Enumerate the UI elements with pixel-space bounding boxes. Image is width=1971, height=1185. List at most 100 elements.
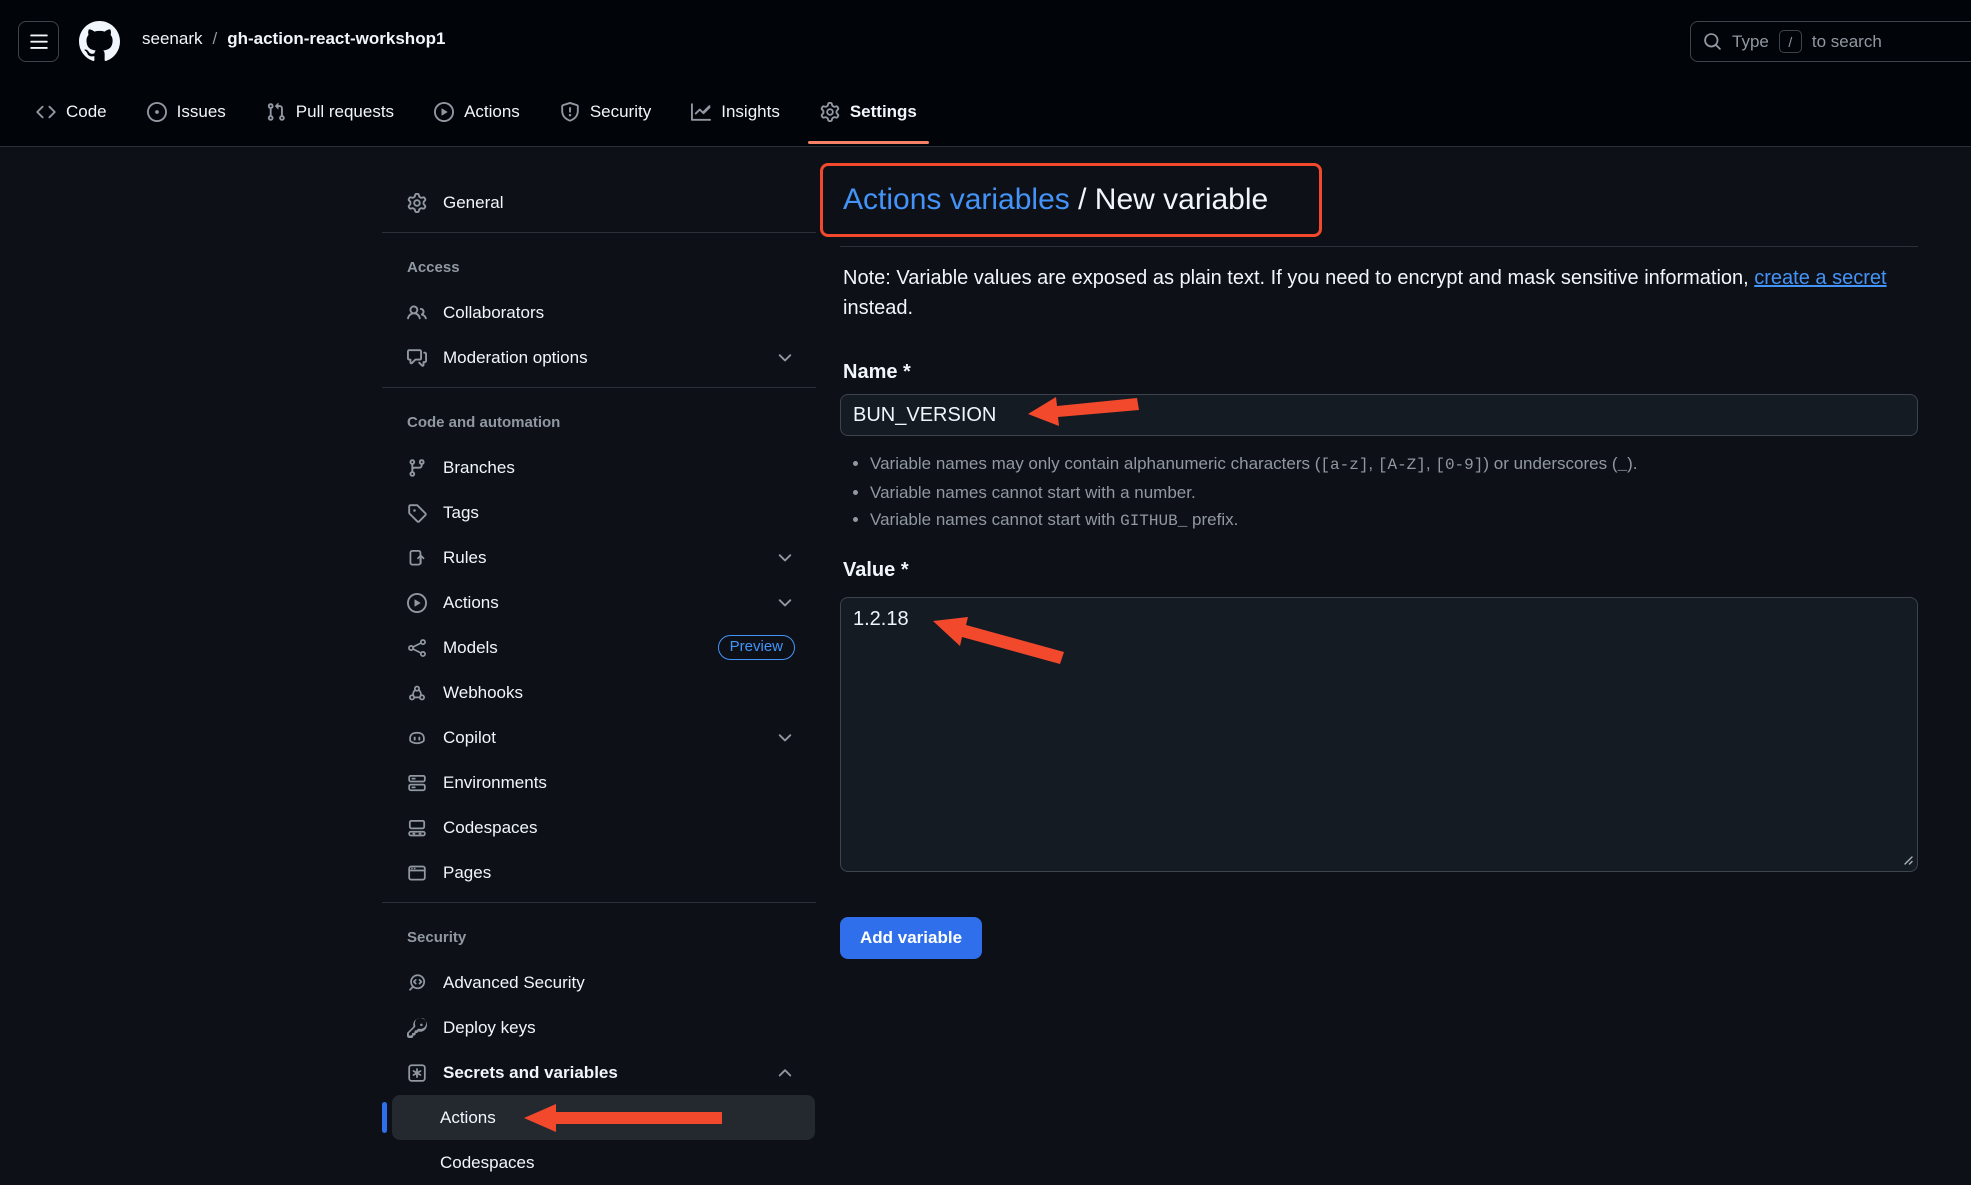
browser-icon [407, 863, 427, 883]
actions-variables-link[interactable]: Actions variables [843, 183, 1070, 216]
tag-icon [407, 503, 427, 523]
chevron-up-icon [775, 1063, 795, 1083]
textarea-resize-handle[interactable] [1900, 852, 1914, 866]
sidebar-divider [382, 902, 816, 903]
issue-opened-icon [147, 102, 167, 122]
hamburger-icon [29, 32, 49, 52]
sidebar-item-label: Environments [443, 773, 547, 793]
sidebar-item-label: Webhooks [443, 683, 523, 703]
sidebar-item-label: Collaborators [443, 303, 544, 323]
sidebar-item-tags[interactable]: Tags [380, 490, 820, 535]
breadcrumb-repo[interactable]: gh-action-react-workshop1 [227, 29, 445, 49]
variable-value-textarea[interactable]: 1.2.18 [840, 597, 1918, 872]
tab-insights[interactable]: Insights [675, 92, 796, 132]
shield-icon [560, 102, 580, 122]
main-content: Actions variables / New variable Note: V… [840, 147, 1918, 959]
sidebar-item-pages[interactable]: Pages [380, 850, 820, 895]
add-variable-button[interactable]: Add variable [840, 917, 982, 959]
sidebar-item-rules[interactable]: Rules [380, 535, 820, 580]
create-a-secret-link[interactable]: create a secret [1754, 267, 1886, 289]
git-pull-request-icon [266, 102, 286, 122]
sidebar-divider [382, 232, 816, 233]
subhead-divider [840, 246, 1918, 247]
sidebar-item-branches[interactable]: Branches [380, 445, 820, 490]
repo-nav: Code IssuesPull requests Actions Security In… [0, 78, 1971, 147]
search-icon [1703, 32, 1722, 51]
sidebar-item-moderation-options[interactable]: Moderation options [380, 335, 820, 380]
plain-text-note: Note: Variable values are exposed as pla… [843, 263, 1918, 323]
sidebar-item-label: Codespaces [440, 1153, 535, 1173]
name-rules-list: Variable names may only contain alphanum… [843, 450, 1918, 535]
search-placeholder-prefix: Type [1732, 32, 1769, 52]
sidebar-item-copilot[interactable]: Copilot [380, 715, 820, 760]
tab-actions[interactable]: Actions [418, 92, 536, 132]
sidebar-item-advanced-security[interactable]: Advanced Security [380, 960, 820, 1005]
breadcrumb-separator: / [212, 29, 217, 49]
tab-settings[interactable]: Settings [804, 92, 933, 132]
preview-badge: Preview [718, 635, 795, 660]
tab-security[interactable]: Security [544, 92, 667, 132]
chevron-down-icon [775, 593, 795, 613]
sidebar-item-actions[interactable]: Actions [380, 580, 820, 625]
sidebar-item-label: Codespaces [443, 818, 538, 838]
sidebar-item-deploy-keys[interactable]: Deploy keys [380, 1005, 820, 1050]
sidebar-item-webhooks[interactable]: Webhooks [380, 670, 820, 715]
slash-key-hint: / [1779, 30, 1802, 53]
required-asterisk: * [903, 361, 911, 383]
sidebar-item-models[interactable]: ModelsPreview [380, 625, 820, 670]
tab-label: Code [66, 102, 107, 122]
sidebar-subitem-codespaces[interactable]: Codespaces [392, 1140, 815, 1185]
gear-icon [820, 102, 840, 122]
title-current: New variable [1095, 183, 1268, 216]
sidebar-item-label: Actions [440, 1108, 496, 1128]
github-logo[interactable] [79, 21, 120, 62]
tab-pull-requests[interactable]: Pull requests [250, 92, 410, 132]
name-rule: Variable names cannot start with GITHUB_… [870, 506, 1918, 535]
sidebar-item-codespaces[interactable]: Codespaces [380, 805, 820, 850]
server-icon [407, 773, 427, 793]
app-header: seenark / gh-action-react-workshop1 Type… [0, 0, 1971, 78]
sidebar-item-label: Pages [443, 863, 491, 883]
search-box[interactable]: Type / to search [1690, 21, 1971, 62]
sidebar-item-label: Advanced Security [443, 973, 585, 993]
sidebar-item-label: Secrets and variables [443, 1063, 618, 1083]
copilot-icon [407, 728, 427, 748]
sidebar-item-general[interactable]: General [380, 180, 820, 225]
name-rule: Variable names cannot start with a numbe… [870, 479, 1918, 506]
page-title: Actions variables / New variable [843, 182, 1918, 218]
required-asterisk: * [901, 559, 909, 581]
tab-label: Settings [850, 102, 917, 122]
sidebar-item-collaborators[interactable]: Collaborators [380, 290, 820, 335]
ai-model-icon [407, 638, 427, 658]
value-field-wrap: 1.2.18 [840, 597, 1918, 872]
sidebar-item-secrets-and-variables[interactable]: Secrets and variables [380, 1050, 820, 1095]
discussion-icon [407, 348, 427, 368]
play-icon [407, 593, 427, 613]
tab-label: Actions [464, 102, 520, 122]
variable-name-input[interactable] [840, 394, 1918, 436]
rules-icon [407, 548, 427, 568]
codescan-icon [407, 973, 427, 993]
sidebar-item-label: Moderation options [443, 348, 588, 368]
webhook-icon [407, 683, 427, 703]
sidebar-item-environments[interactable]: Environments [380, 760, 820, 805]
global-nav-menu-button[interactable] [18, 21, 59, 62]
graph-icon [691, 102, 711, 122]
people-icon [407, 303, 427, 323]
gear-icon [407, 193, 427, 213]
name-field-label: Name * [843, 361, 1918, 384]
sidebar-item-label: Rules [443, 548, 486, 568]
sidebar-item-label: Actions [443, 593, 499, 613]
sidebar-divider [382, 387, 816, 388]
tab-label: Security [590, 102, 651, 122]
name-rule: Variable names may only contain alphanum… [870, 450, 1918, 479]
breadcrumb-owner[interactable]: seenark [142, 29, 202, 49]
sidebar-item-label: Tags [443, 503, 479, 523]
tab-issues[interactable]: Issues [131, 92, 242, 132]
sidebar-subitem-actions[interactable]: Actions [392, 1095, 815, 1140]
settings-sidebar: GeneralAccessCollaboratorsModeration opt… [380, 147, 820, 1185]
tab-code[interactable]: Code [20, 92, 123, 132]
git-branch-icon [407, 458, 427, 478]
secrets-icon [407, 1063, 427, 1083]
chevron-down-icon [775, 548, 795, 568]
